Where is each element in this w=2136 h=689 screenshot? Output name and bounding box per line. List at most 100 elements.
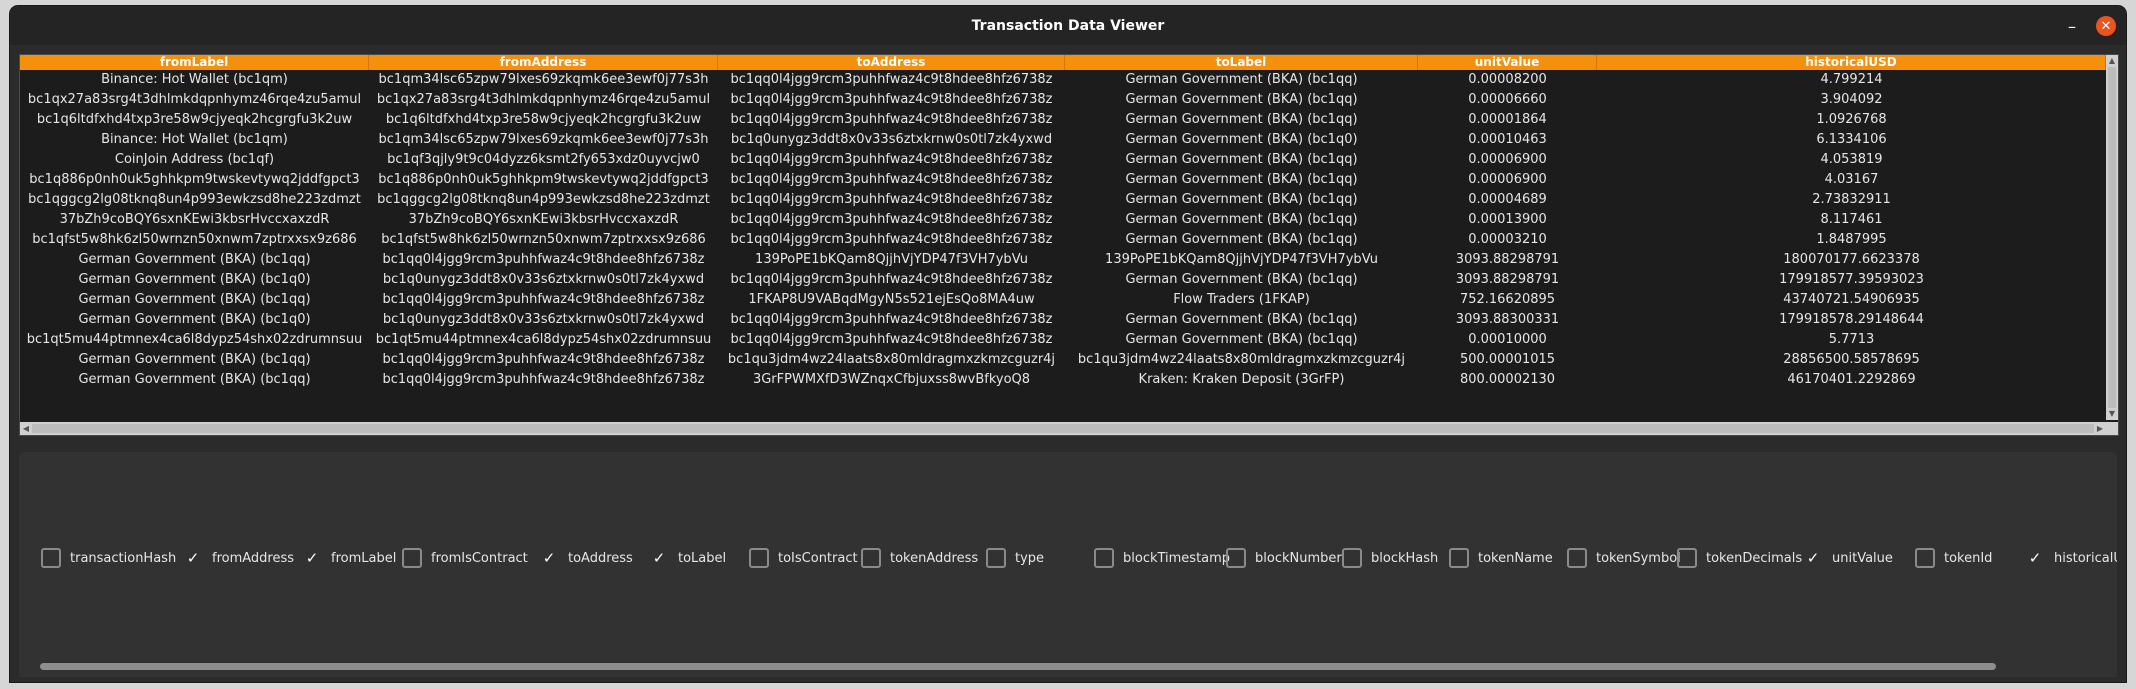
checkbox-checked-icon[interactable]: ✓ bbox=[183, 548, 203, 568]
table-cell: 0.00010463 bbox=[1468, 132, 1547, 147]
column-toggle-fromLabel[interactable]: ✓ fromLabel bbox=[302, 546, 397, 570]
checkbox-unchecked-icon[interactable] bbox=[1677, 548, 1697, 568]
column-toggle-toIsContract[interactable]: toIsContract bbox=[749, 546, 858, 570]
table-row[interactable]: bc1qfst5w8hk6zl50wrnzn50xnwm7zptrxxsx9z6… bbox=[20, 230, 2106, 250]
column-toggle-blockHash[interactable]: blockHash bbox=[1342, 546, 1438, 570]
column-toggle-blockNumber[interactable]: blockNumber bbox=[1226, 546, 1342, 570]
table-row[interactable]: bc1qt5mu44ptmnex4ca6l8dypz54shx02zdrumns… bbox=[20, 330, 2106, 350]
checkbox-unchecked-icon[interactable] bbox=[1449, 548, 1469, 568]
table-row[interactable]: Binance: Hot Wallet (bc1qm) bc1qm34lsc65z… bbox=[20, 130, 2106, 150]
checkbox-unchecked-icon[interactable] bbox=[402, 548, 422, 568]
horizontal-scroll-track[interactable] bbox=[32, 424, 2094, 433]
column-toggle-blockTimestamp[interactable]: blockTimestamp bbox=[1094, 546, 1230, 570]
column-toggle-toLabel[interactable]: ✓ toLabel bbox=[649, 546, 726, 570]
checkbox-unchecked-icon[interactable] bbox=[1094, 548, 1114, 568]
table-row[interactable]: Binance: Hot Wallet (bc1qm) bc1qm34lsc65z… bbox=[20, 70, 2106, 90]
table-cell: German Government (BKA) (bc1qq) bbox=[1125, 192, 1358, 207]
checkbox-unchecked-icon[interactable] bbox=[1226, 548, 1246, 568]
column-toggle-tokenSymbol[interactable]: tokenSymbol bbox=[1567, 546, 1681, 570]
checkbox-unchecked-icon[interactable] bbox=[861, 548, 881, 568]
table-cell: 0.00006660 bbox=[1468, 92, 1547, 107]
table-cell: bc1q886p0nh0uk5ghhkpm9twskevtywq2jddfgpc… bbox=[378, 172, 709, 187]
vertical-scrollbar[interactable]: ▲ ▼ bbox=[2106, 55, 2118, 420]
table-row[interactable]: German Government (BKA) (bc1qq) bc1qq0l4j… bbox=[20, 290, 2106, 310]
table-row[interactable]: German Government (BKA) (bc1q0) bc1q0unyg… bbox=[20, 270, 2106, 290]
column-toggle-unitValue[interactable]: ✓ unitValue bbox=[1803, 546, 1893, 570]
column-toggle-label: historicalUS bbox=[2054, 550, 2117, 566]
checkbox-unchecked-icon[interactable] bbox=[41, 548, 61, 568]
table-cell: 6.1334106 bbox=[1816, 132, 1887, 147]
column-toggle-transactionHash[interactable]: transactionHash bbox=[41, 546, 176, 570]
table-cell: 5.7713 bbox=[1828, 332, 1875, 347]
table-row[interactable]: bc1qggcg2lg08tknq8un4p993ewkzsd8he223zdm… bbox=[20, 190, 2106, 210]
column-toggle-tokenName[interactable]: tokenName bbox=[1449, 546, 1553, 570]
column-header[interactable]: fromAddress bbox=[369, 55, 718, 70]
table-row[interactable]: CoinJoin Address (bc1qf) bc1qf3qjly9t9c04… bbox=[20, 150, 2106, 170]
column-toggle-historicalUS[interactable]: ✓ historicalUS bbox=[2025, 546, 2117, 570]
table-row[interactable]: bc1q886p0nh0uk5ghhkpm9twskevtywq2jddfgpc… bbox=[20, 170, 2106, 190]
column-toggle-tokenDecimals[interactable]: tokenDecimals bbox=[1677, 546, 1802, 570]
column-header[interactable]: toAddress bbox=[718, 55, 1065, 70]
table-cell: bc1qq0l4jgg9rcm3puhhfwaz4c9t8hdee8hfz673… bbox=[730, 272, 1053, 287]
column-header[interactable]: historicalUSD bbox=[1597, 55, 2106, 70]
checkbox-unchecked-icon[interactable] bbox=[1915, 548, 1935, 568]
column-toggle-label: tokenAddress bbox=[890, 550, 979, 566]
column-toggle-toAddress[interactable]: ✓ toAddress bbox=[539, 546, 633, 570]
table-cell: bc1qq0l4jgg9rcm3puhhfwaz4c9t8hdee8hfz673… bbox=[730, 232, 1053, 247]
table-cell: CoinJoin Address (bc1qf) bbox=[114, 152, 275, 167]
table-cell: 3GrFPWMXfD3WZnqxCfbjuxss8wvBfkyoQ8 bbox=[752, 372, 1031, 387]
column-toggle-list: transactionHash ✓ fromAddress ✓ fromLabel fro… bbox=[19, 546, 2117, 570]
column-header[interactable]: unitValue bbox=[1418, 55, 1597, 70]
table-cell: 0.00003210 bbox=[1468, 232, 1547, 247]
table-cell: bc1q0unygz3ddt8x0v33s6ztxkrnw0s0tl7zk4yx… bbox=[730, 132, 1053, 147]
table-cell: bc1qf3qjly9t9c04dyzz6ksmt2fy653xdz0uyvcj… bbox=[387, 152, 700, 167]
minimize-icon[interactable]: – bbox=[2062, 16, 2082, 36]
table-cell: Flow Traders (1FKAP) bbox=[1173, 292, 1310, 307]
column-toggle-type[interactable]: type bbox=[986, 546, 1044, 570]
scroll-down-icon[interactable]: ▼ bbox=[2108, 409, 2116, 419]
column-toggle-fromAddress[interactable]: ✓ fromAddress bbox=[183, 546, 294, 570]
table-row[interactable]: bc1q6ltdfxhd4txp3re58w9cjyeqk2hcgrgfu3k2… bbox=[20, 110, 2106, 130]
table-row[interactable]: German Government (BKA) (bc1qq) bc1qq0l4j… bbox=[20, 370, 2106, 390]
table-cell: German Government (BKA) (bc1qq) bbox=[1125, 152, 1358, 167]
table-cell: 179918578.29148644 bbox=[1779, 312, 1924, 327]
column-header[interactable]: fromLabel bbox=[20, 55, 369, 70]
horizontal-scrollbar[interactable]: ◀ ▶ bbox=[20, 422, 2106, 435]
checkbox-unchecked-icon[interactable] bbox=[986, 548, 1006, 568]
column-toggle-fromIsContract[interactable]: fromIsContract bbox=[402, 546, 528, 570]
checkbox-checked-icon[interactable]: ✓ bbox=[1803, 548, 1823, 568]
checkbox-checked-icon[interactable]: ✓ bbox=[649, 548, 669, 568]
vertical-scroll-track[interactable] bbox=[2108, 67, 2116, 408]
table-cell: 0.00001864 bbox=[1468, 112, 1547, 127]
table-row[interactable]: German Government (BKA) (bc1qq) bc1qq0l4j… bbox=[20, 350, 2106, 370]
checkbox-unchecked-icon[interactable] bbox=[749, 548, 769, 568]
title-bar[interactable]: Transaction Data Viewer – ✕ bbox=[10, 6, 2126, 45]
table-row[interactable]: 37bZh9coBQY6sxnKEwi3kbsrHvccxaxzdR 37bZh9… bbox=[20, 210, 2106, 230]
scroll-left-icon[interactable]: ◀ bbox=[21, 423, 31, 434]
data-table: fromLabel fromAddress toAddress toLabel unit… bbox=[19, 54, 2119, 436]
column-header[interactable]: toLabel bbox=[1065, 55, 1418, 70]
close-icon[interactable]: ✕ bbox=[2096, 16, 2116, 36]
table-cell: 0.00013900 bbox=[1468, 212, 1547, 227]
column-toggle-label: tokenSymbol bbox=[1596, 550, 1681, 566]
panel-horizontal-scrollbar[interactable] bbox=[40, 663, 1996, 670]
table-cell: German Government (BKA) (bc1qq) bbox=[1125, 212, 1358, 227]
table-row[interactable]: bc1qx27a83srg4t3dhlmkdqpnhymz46rqe4zu5am… bbox=[20, 90, 2106, 110]
checkbox-checked-icon[interactable]: ✓ bbox=[539, 548, 559, 568]
column-toggle-tokenAddress[interactable]: tokenAddress bbox=[861, 546, 978, 570]
table-cell: German Government (BKA) (bc1qq) bbox=[1125, 232, 1358, 247]
table-cell: 2.73832911 bbox=[1812, 192, 1891, 207]
column-toggle-label: fromLabel bbox=[331, 550, 397, 566]
table-cell: Binance: Hot Wallet (bc1qm) bbox=[101, 72, 288, 87]
checkbox-unchecked-icon[interactable] bbox=[1567, 548, 1587, 568]
table-row[interactable]: German Government (BKA) (bc1q0) bc1q0unyg… bbox=[20, 310, 2106, 330]
checkbox-checked-icon[interactable]: ✓ bbox=[302, 548, 322, 568]
checkbox-checked-icon[interactable]: ✓ bbox=[2025, 548, 2045, 568]
scrollbar-corner bbox=[2106, 422, 2118, 435]
scroll-up-icon[interactable]: ▲ bbox=[2108, 56, 2116, 66]
checkbox-unchecked-icon[interactable] bbox=[1342, 548, 1362, 568]
table-cell: 0.00006900 bbox=[1468, 172, 1547, 187]
column-toggle-tokenId[interactable]: tokenId bbox=[1915, 546, 1992, 570]
scroll-right-icon[interactable]: ▶ bbox=[2095, 423, 2105, 434]
table-row[interactable]: German Government (BKA) (bc1qq) bc1qq0l4j… bbox=[20, 250, 2106, 270]
